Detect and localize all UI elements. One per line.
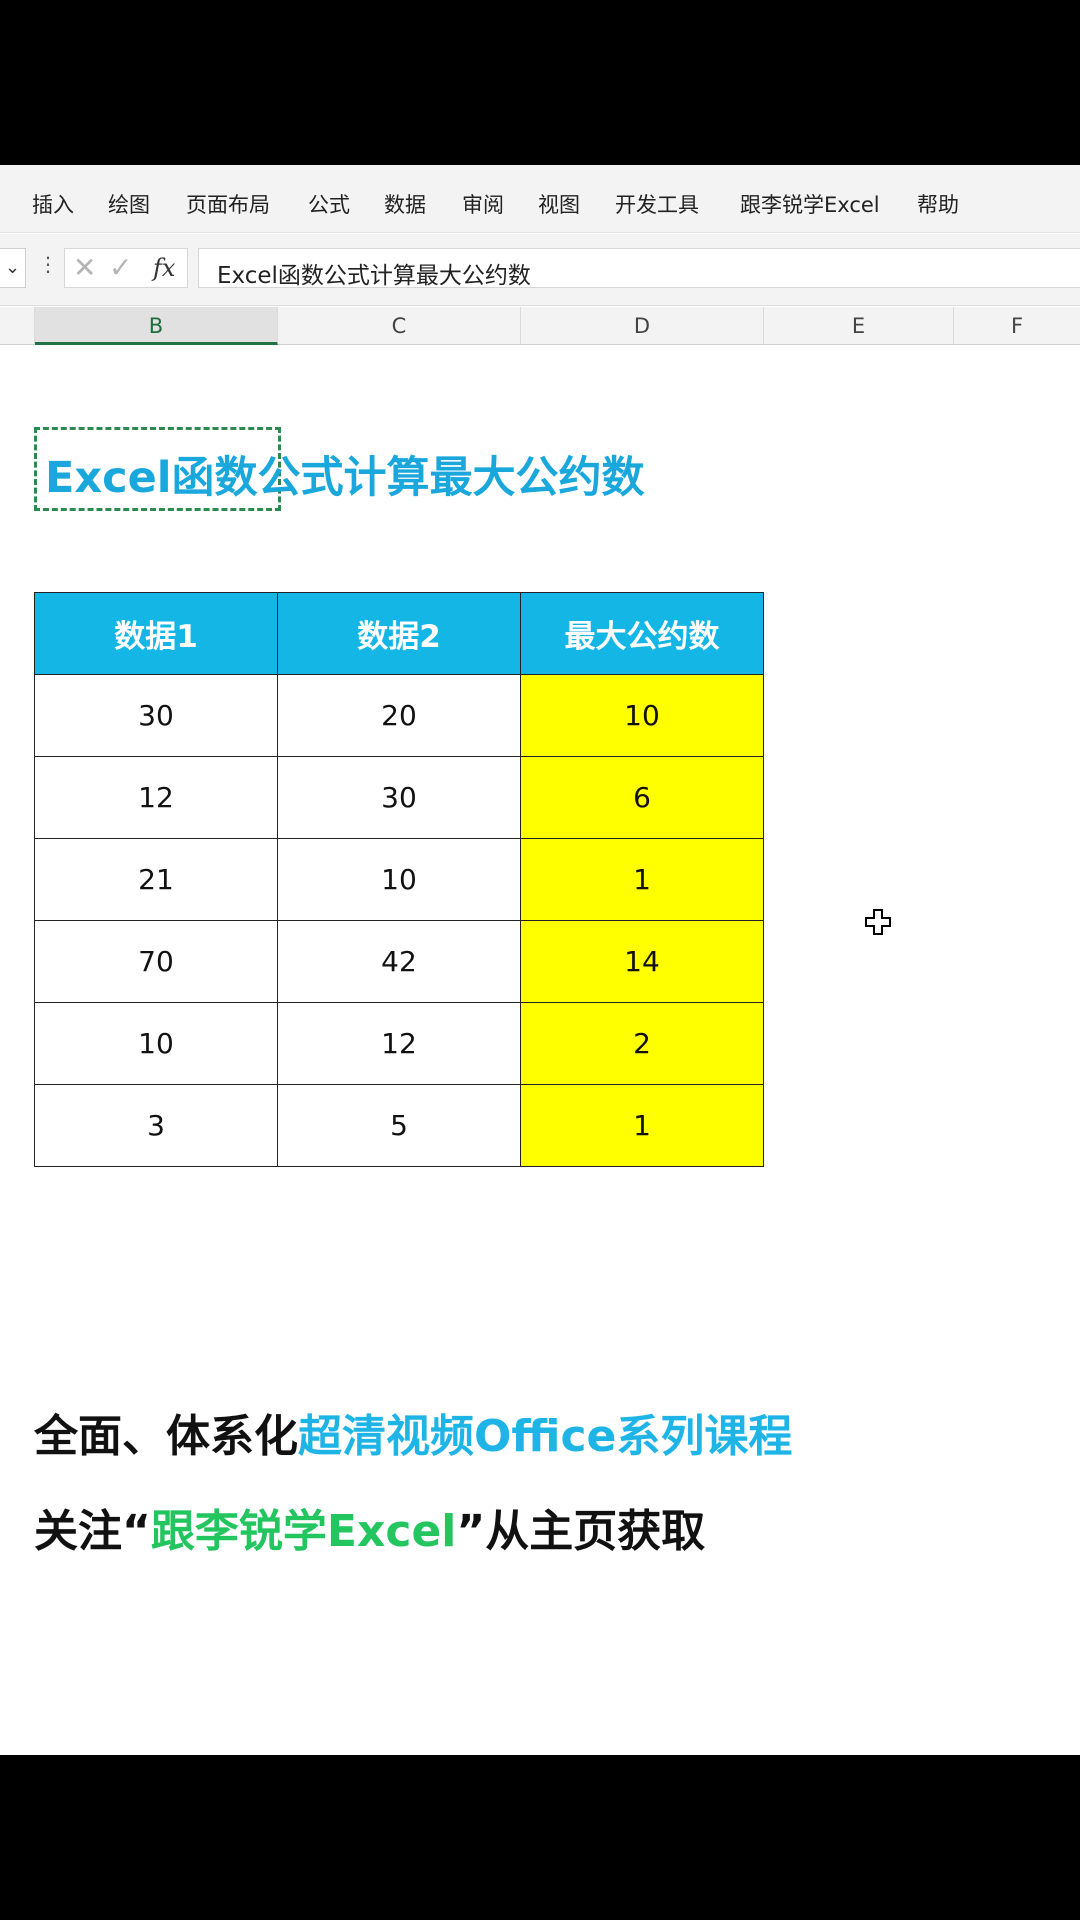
data-cell[interactable]: 12 [34,756,278,839]
table-row: 10 12 2 [34,1002,764,1085]
promo-text: ”从主页获取 [456,1506,706,1557]
column-headers: B C D E F [0,307,1080,345]
tab-data[interactable]: 数据 [384,189,426,219]
data-cell[interactable]: 42 [277,920,521,1003]
table-row: 21 10 1 [34,838,764,921]
gcd-table: 数据1 数据2 最大公约数 30 20 10 12 30 6 21 10 1 7… [34,592,764,1167]
data-cell[interactable]: 20 [277,674,521,757]
result-cell[interactable]: 1 [520,1084,764,1167]
promo-line-2: 关注“跟李锐学Excel”从主页获取 [34,1495,705,1559]
promo-line-1: 全面、体系化超清视频Office系列课程 [34,1400,792,1464]
ribbon-tabs: 插入 绘图 页面布局 公式 数据 审阅 视图 开发工具 跟李锐学Excel 帮助 [0,165,1080,233]
promo-channel-name: 跟李锐学Excel [150,1506,457,1557]
result-cell[interactable]: 1 [520,838,764,921]
data-cell[interactable]: 10 [34,1002,278,1085]
column-header-a[interactable] [0,307,35,345]
tab-draw[interactable]: 绘图 [108,189,150,219]
cell-cursor-icon [865,909,891,935]
tab-custom-excel[interactable]: 跟李锐学Excel [740,189,880,219]
namebox-dropdown-icon[interactable]: ⌄ [0,248,26,288]
data-cell[interactable]: 21 [34,838,278,921]
header-cell[interactable]: 数据2 [277,592,521,675]
tab-formulas[interactable]: 公式 [308,189,350,219]
tab-page-layout[interactable]: 页面布局 [186,189,270,219]
excel-window: 插入 绘图 页面布局 公式 数据 审阅 视图 开发工具 跟李锐学Excel 帮助… [0,165,1080,1755]
data-cell[interactable]: 30 [34,674,278,757]
header-cell[interactable]: 最大公约数 [520,592,764,675]
promo-highlight: 超清视频Office系列课程 [298,1411,793,1462]
column-header-f[interactable]: F [954,307,1080,345]
promo-text: 全面、体系化 [34,1411,298,1462]
formula-input[interactable]: Excel函数公式计算最大公约数 [198,248,1080,289]
table-row: 12 30 6 [34,756,764,839]
table-row: 3 5 1 [34,1084,764,1167]
table-row: 30 20 10 [34,674,764,757]
column-header-c[interactable]: C [278,307,521,345]
result-cell[interactable]: 6 [520,756,764,839]
formula-buttons: ✕ ✓ fx [64,248,188,288]
data-cell[interactable]: 12 [277,1002,521,1085]
more-options-icon[interactable]: ⋮ [38,252,58,276]
data-cell[interactable]: 10 [277,838,521,921]
formula-text: Excel函数公式计算最大公约数 [217,263,531,289]
result-cell[interactable]: 14 [520,920,764,1003]
data-cell[interactable]: 30 [277,756,521,839]
result-cell[interactable]: 10 [520,674,764,757]
data-cell[interactable]: 70 [34,920,278,1003]
confirm-icon[interactable]: ✓ [109,253,132,283]
data-cell[interactable]: 3 [34,1084,278,1167]
sheet-title[interactable]: Excel函数公式计算最大公约数 [45,443,645,505]
tab-developer[interactable]: 开发工具 [615,189,699,219]
column-header-e[interactable]: E [764,307,954,345]
result-cell[interactable]: 2 [520,1002,764,1085]
column-header-d[interactable]: D [521,307,764,345]
column-header-b[interactable]: B [35,307,278,345]
header-cell[interactable]: 数据1 [34,592,278,675]
table-row: 70 42 14 [34,920,764,1003]
formula-bar: ⌄ ⋮ ✕ ✓ fx Excel函数公式计算最大公约数 [0,234,1080,306]
tab-view[interactable]: 视图 [538,189,580,219]
insert-function-icon[interactable]: fx [153,253,175,283]
tab-help[interactable]: 帮助 [917,189,959,219]
data-cell[interactable]: 5 [277,1084,521,1167]
promo-text: 关注“ [34,1506,151,1557]
cancel-icon[interactable]: ✕ [73,253,96,283]
tab-insert[interactable]: 插入 [32,189,74,219]
table-header-row: 数据1 数据2 最大公约数 [34,592,764,675]
tab-review[interactable]: 审阅 [462,189,504,219]
